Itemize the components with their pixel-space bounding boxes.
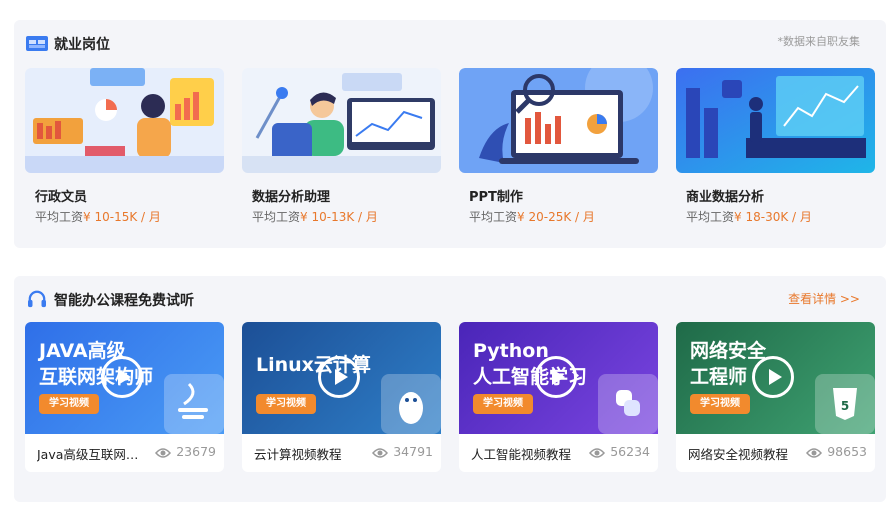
job-thumbnail <box>242 68 441 173</box>
job-card-admin-clerk[interactable]: 行政文员 平均工资¥ 10-15K / 月 <box>25 68 224 236</box>
salary-prefix: 平均工资 <box>686 210 735 224</box>
job-card-ppt-production[interactable]: PPT制作 平均工资¥ 20-25K / 月 <box>459 68 658 236</box>
view-count: 34791 <box>372 444 433 459</box>
course-thumbnail: Linux云计算 学习视频 <box>242 322 441 434</box>
jobs-header: 就业岗位 *数据来自职友集 <box>26 20 874 66</box>
play-icon[interactable] <box>752 356 794 398</box>
salary-prefix: 平均工资 <box>252 210 301 224</box>
job-salary: 平均工资¥ 20-25K / 月 <box>469 208 595 225</box>
study-video-badge: 学习视频 <box>256 394 316 414</box>
briefcase-icon <box>26 36 48 51</box>
view-count-value: 98653 <box>827 444 867 459</box>
eye-icon <box>806 448 823 458</box>
job-card-business-data-analysis[interactable]: 商业数据分析 平均工资¥ 18-30K / 月 <box>676 68 875 236</box>
job-thumbnail <box>676 68 875 173</box>
job-title: 行政文员 <box>35 190 88 205</box>
salary-prefix: 平均工资 <box>469 210 518 224</box>
headphones-icon <box>28 290 46 308</box>
course-thumbnail: JAVA高级 互联网架构师 学习视频 <box>25 322 224 434</box>
job-salary: 平均工资¥ 10-15K / 月 <box>35 208 161 225</box>
job-thumbnail <box>459 68 658 173</box>
view-count: 98653 <box>806 444 867 459</box>
svg-text:5: 5 <box>841 399 849 413</box>
course-card-linux-cloud[interactable]: Linux云计算 学习视频 云计算视频教程 34791 <box>242 322 441 472</box>
job-thumbnail <box>25 68 224 173</box>
job-salary: 平均工资¥ 18-30K / 月 <box>686 208 812 225</box>
courses-title: 智能办公课程免费试听 <box>54 293 194 309</box>
eye-icon <box>155 448 172 458</box>
view-count-value: 56234 <box>610 444 650 459</box>
view-count-value: 23679 <box>176 444 216 459</box>
course-thumbnail: 5 网络安全 工程师 学习视频 <box>676 322 875 434</box>
python-logo-icon <box>598 374 658 434</box>
play-icon[interactable] <box>535 356 577 398</box>
jobs-title: 就业岗位 <box>54 37 110 53</box>
course-label: 云计算视频教程 <box>254 447 342 462</box>
job-title: PPT制作 <box>469 190 523 205</box>
jobs-data-source-note: *数据来自职友集 <box>777 35 861 48</box>
courses-panel: 智能办公课程免费试听 查看详情 >> JAVA高级 互联网架构师 学习视频 Ja… <box>14 276 886 502</box>
course-card-java[interactable]: JAVA高级 互联网架构师 学习视频 Java高级互联网架构师 23679 <box>25 322 224 472</box>
job-title: 商业数据分析 <box>686 190 765 205</box>
salary-amount: ¥ 10-13K / 月 <box>300 210 378 224</box>
job-salary: 平均工资¥ 10-13K / 月 <box>252 208 378 225</box>
salary-prefix: 平均工资 <box>35 210 84 224</box>
job-card-data-analysis-assistant[interactable]: 数据分析助理 平均工资¥ 10-13K / 月 <box>242 68 441 236</box>
job-title: 数据分析助理 <box>252 190 331 205</box>
course-label: Java高级互联网架构师 <box>37 447 147 462</box>
study-video-badge: 学习视频 <box>39 394 99 414</box>
study-video-badge: 学习视频 <box>473 394 533 414</box>
course-label: 网络安全视频教程 <box>688 447 789 462</box>
html5-shield-icon: 5 <box>815 374 875 434</box>
courses-header: 智能办公课程免费试听 查看详情 >> <box>26 276 874 322</box>
view-count-value: 34791 <box>393 444 433 459</box>
jobs-panel: 就业岗位 *数据来自职友集 行政文员 平均工资¥ 10-15K / 月 数据分析… <box>14 20 886 248</box>
salary-amount: ¥ 10-15K / 月 <box>83 210 161 224</box>
course-card-network-security[interactable]: 5 网络安全 工程师 学习视频 网络安全视频教程 98653 <box>676 322 875 472</box>
eye-icon <box>589 448 606 458</box>
course-thumbnail: Python 人工智能学习 学习视频 <box>459 322 658 434</box>
view-details-link[interactable]: 查看详情 >> <box>788 290 860 307</box>
view-count: 56234 <box>589 444 650 459</box>
course-card-python-ai[interactable]: Python 人工智能学习 学习视频 人工智能视频教程 56234 <box>459 322 658 472</box>
salary-amount: ¥ 18-30K / 月 <box>734 210 812 224</box>
linux-penguin-icon <box>381 374 441 434</box>
play-icon[interactable] <box>101 356 143 398</box>
java-logo-icon <box>164 374 224 434</box>
course-label: 人工智能视频教程 <box>471 447 572 462</box>
salary-amount: ¥ 20-25K / 月 <box>517 210 595 224</box>
study-video-badge: 学习视频 <box>690 394 750 414</box>
eye-icon <box>372 448 389 458</box>
view-count: 23679 <box>155 444 216 459</box>
play-icon[interactable] <box>318 356 360 398</box>
